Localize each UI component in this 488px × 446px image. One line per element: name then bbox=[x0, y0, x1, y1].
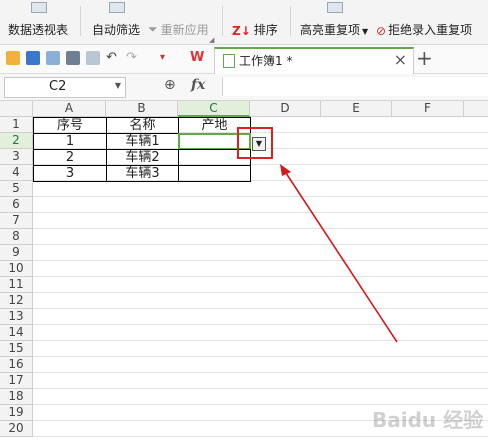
arrow-line bbox=[283, 169, 398, 343]
annotation-arrow bbox=[280, 164, 398, 343]
watermark-logo: Baidu 经验 bbox=[372, 408, 484, 432]
arrow-head bbox=[280, 164, 291, 176]
